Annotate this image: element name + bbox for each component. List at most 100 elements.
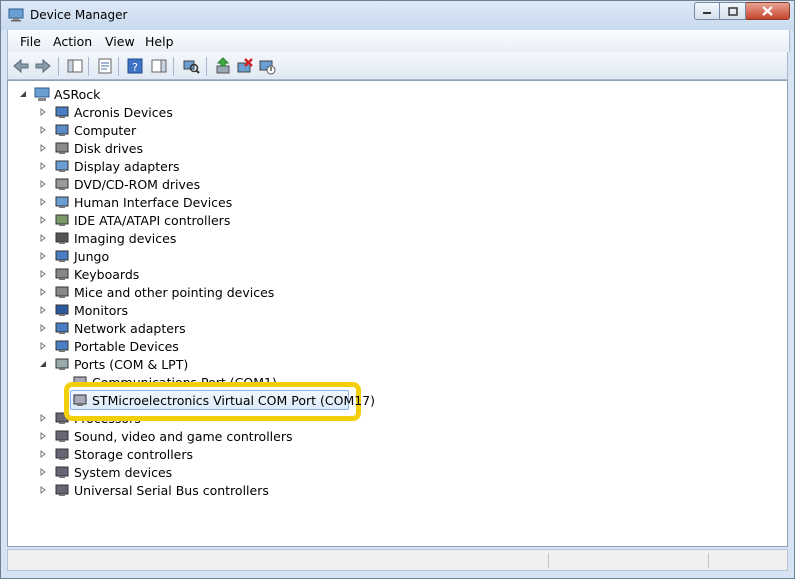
tree-item-label: Portable Devices <box>74 338 179 354</box>
collapsed-arrow-icon[interactable] <box>38 179 48 189</box>
toolbar-separator <box>118 57 119 76</box>
camera-icon <box>55 232 69 244</box>
tree-item-4[interactable]: DVD/CD-ROM drives <box>38 175 200 193</box>
tree-item-label: Keyboards <box>74 266 140 282</box>
show-hide-console-tree-icon[interactable] <box>66 57 84 75</box>
toolbar-separator <box>58 57 59 76</box>
maximize-button[interactable] <box>720 2 746 20</box>
tree-item-3[interactable]: Display adapters <box>38 157 179 175</box>
close-icon <box>762 6 773 16</box>
help-icon[interactable]: ? <box>126 57 144 75</box>
collapsed-arrow-icon[interactable] <box>38 215 48 225</box>
tree-item-9[interactable]: Keyboards <box>38 265 139 283</box>
collapsed-arrow-icon[interactable] <box>38 287 48 297</box>
collapsed-arrow-icon[interactable] <box>38 107 48 117</box>
tree-item-8[interactable]: Jungo <box>38 247 109 265</box>
tree-item-port-1[interactable]: STMicroelectronics Virtual COM Port (COM… <box>72 391 375 409</box>
tree-item-label: Mice and other pointing devices <box>74 284 275 300</box>
status-separator <box>708 553 709 568</box>
uninstall-icon[interactable] <box>236 57 254 75</box>
device-tree[interactable]: ASRock Acronis Devices Computer Disk drive… <box>7 80 788 547</box>
toolbar: ? <box>7 52 788 80</box>
tree-item-13[interactable]: Portable Devices <box>38 337 179 355</box>
tree-item-label: Computer <box>74 122 137 138</box>
ide-icon <box>55 214 69 226</box>
keyboard-icon <box>55 268 69 280</box>
menu-bar: File Action View Help <box>7 30 790 52</box>
collapsed-arrow-icon[interactable] <box>38 197 48 207</box>
tree-root[interactable]: ASRock <box>18 85 100 103</box>
minimize-button[interactable] <box>694 2 720 20</box>
menu-action[interactable]: Action <box>53 34 92 49</box>
back-arrow-icon[interactable] <box>12 57 30 75</box>
menu-help[interactable]: Help <box>145 34 174 49</box>
collapsed-arrow-icon[interactable] <box>38 431 48 441</box>
action-pane-icon[interactable] <box>150 57 168 75</box>
tree-item-label: Imaging devices <box>74 230 177 246</box>
tree-item-7[interactable]: Imaging devices <box>38 229 176 247</box>
collapsed-arrow-icon[interactable] <box>38 323 48 333</box>
collapsed-arrow-icon[interactable] <box>38 485 48 495</box>
expanded-arrow-icon[interactable] <box>18 89 28 99</box>
tree-item-2[interactable]: Disk drives <box>38 139 143 157</box>
jungo-icon <box>55 250 69 262</box>
hid-icon <box>55 196 69 208</box>
tree-item-0[interactable]: Acronis Devices <box>38 103 173 121</box>
collapsed-arrow-icon[interactable] <box>38 449 48 459</box>
tree-item-after-3[interactable]: System devices <box>38 463 172 481</box>
tree-item-label: Display adapters <box>74 158 180 174</box>
usb-icon <box>55 484 69 496</box>
dvd-icon <box>55 178 69 190</box>
update-driver-icon[interactable] <box>214 57 232 75</box>
properties-icon[interactable] <box>96 57 114 75</box>
speaker-icon <box>55 430 69 442</box>
system-device-icon <box>55 466 69 478</box>
collapsed-arrow-icon[interactable] <box>38 161 48 171</box>
tree-item-label: Sound, video and game controllers <box>74 428 293 444</box>
expanded-arrow-icon[interactable] <box>38 359 48 369</box>
port-icon <box>55 358 69 370</box>
status-bar <box>7 549 788 571</box>
tree-item-12[interactable]: Network adapters <box>38 319 186 337</box>
forward-arrow-icon[interactable] <box>34 57 52 75</box>
tree-item-11[interactable]: Monitors <box>38 301 128 319</box>
tree-item-after-2[interactable]: Storage controllers <box>38 445 193 463</box>
network-icon <box>55 322 69 334</box>
tree-item-14[interactable]: Ports (COM & LPT) <box>38 355 188 373</box>
device-manager-app-icon <box>8 8 24 22</box>
tree-item-label: Monitors <box>74 302 129 318</box>
menu-file[interactable]: File <box>20 34 41 49</box>
collapsed-arrow-icon[interactable] <box>38 143 48 153</box>
status-separator <box>548 553 549 568</box>
scan-hardware-icon[interactable] <box>182 57 200 75</box>
tree-item-5[interactable]: Human Interface Devices <box>38 193 232 211</box>
display-adapter-icon <box>55 160 69 172</box>
tree-item-after-1[interactable]: Sound, video and game controllers <box>38 427 293 445</box>
collapsed-arrow-icon[interactable] <box>38 233 48 243</box>
tree-item-1[interactable]: Computer <box>38 121 136 139</box>
tree-item-after-4[interactable]: Universal Serial Bus controllers <box>38 481 269 499</box>
tree-item-label: Universal Serial Bus controllers <box>74 482 269 498</box>
tree-item-10[interactable]: Mice and other pointing devices <box>38 283 274 301</box>
title-bar[interactable]: Device Manager <box>1 1 794 30</box>
disable-icon[interactable] <box>258 57 276 75</box>
menu-view[interactable]: View <box>105 34 135 49</box>
maximize-icon <box>727 6 738 16</box>
collapsed-arrow-icon[interactable] <box>38 269 48 279</box>
acronis-icon <box>55 106 69 118</box>
portable-device-icon <box>55 340 69 352</box>
collapsed-arrow-icon[interactable] <box>38 467 48 477</box>
collapsed-arrow-icon[interactable] <box>38 341 48 351</box>
collapsed-arrow-icon[interactable] <box>38 305 48 315</box>
collapsed-arrow-icon[interactable] <box>38 413 48 423</box>
collapsed-arrow-icon[interactable] <box>38 251 48 261</box>
tree-item-label: Human Interface Devices <box>74 194 233 210</box>
tree-item-label: Jungo <box>74 248 110 264</box>
collapsed-arrow-icon[interactable] <box>38 125 48 135</box>
close-button[interactable] <box>746 2 790 20</box>
mouse-icon <box>55 286 69 298</box>
tree-item-6[interactable]: IDE ATA/ATAPI controllers <box>38 211 230 229</box>
tree-item-label: DVD/CD-ROM drives <box>74 176 201 192</box>
tree-item-label: Ports (COM & LPT) <box>74 356 189 372</box>
window-title: Device Manager <box>30 8 128 22</box>
